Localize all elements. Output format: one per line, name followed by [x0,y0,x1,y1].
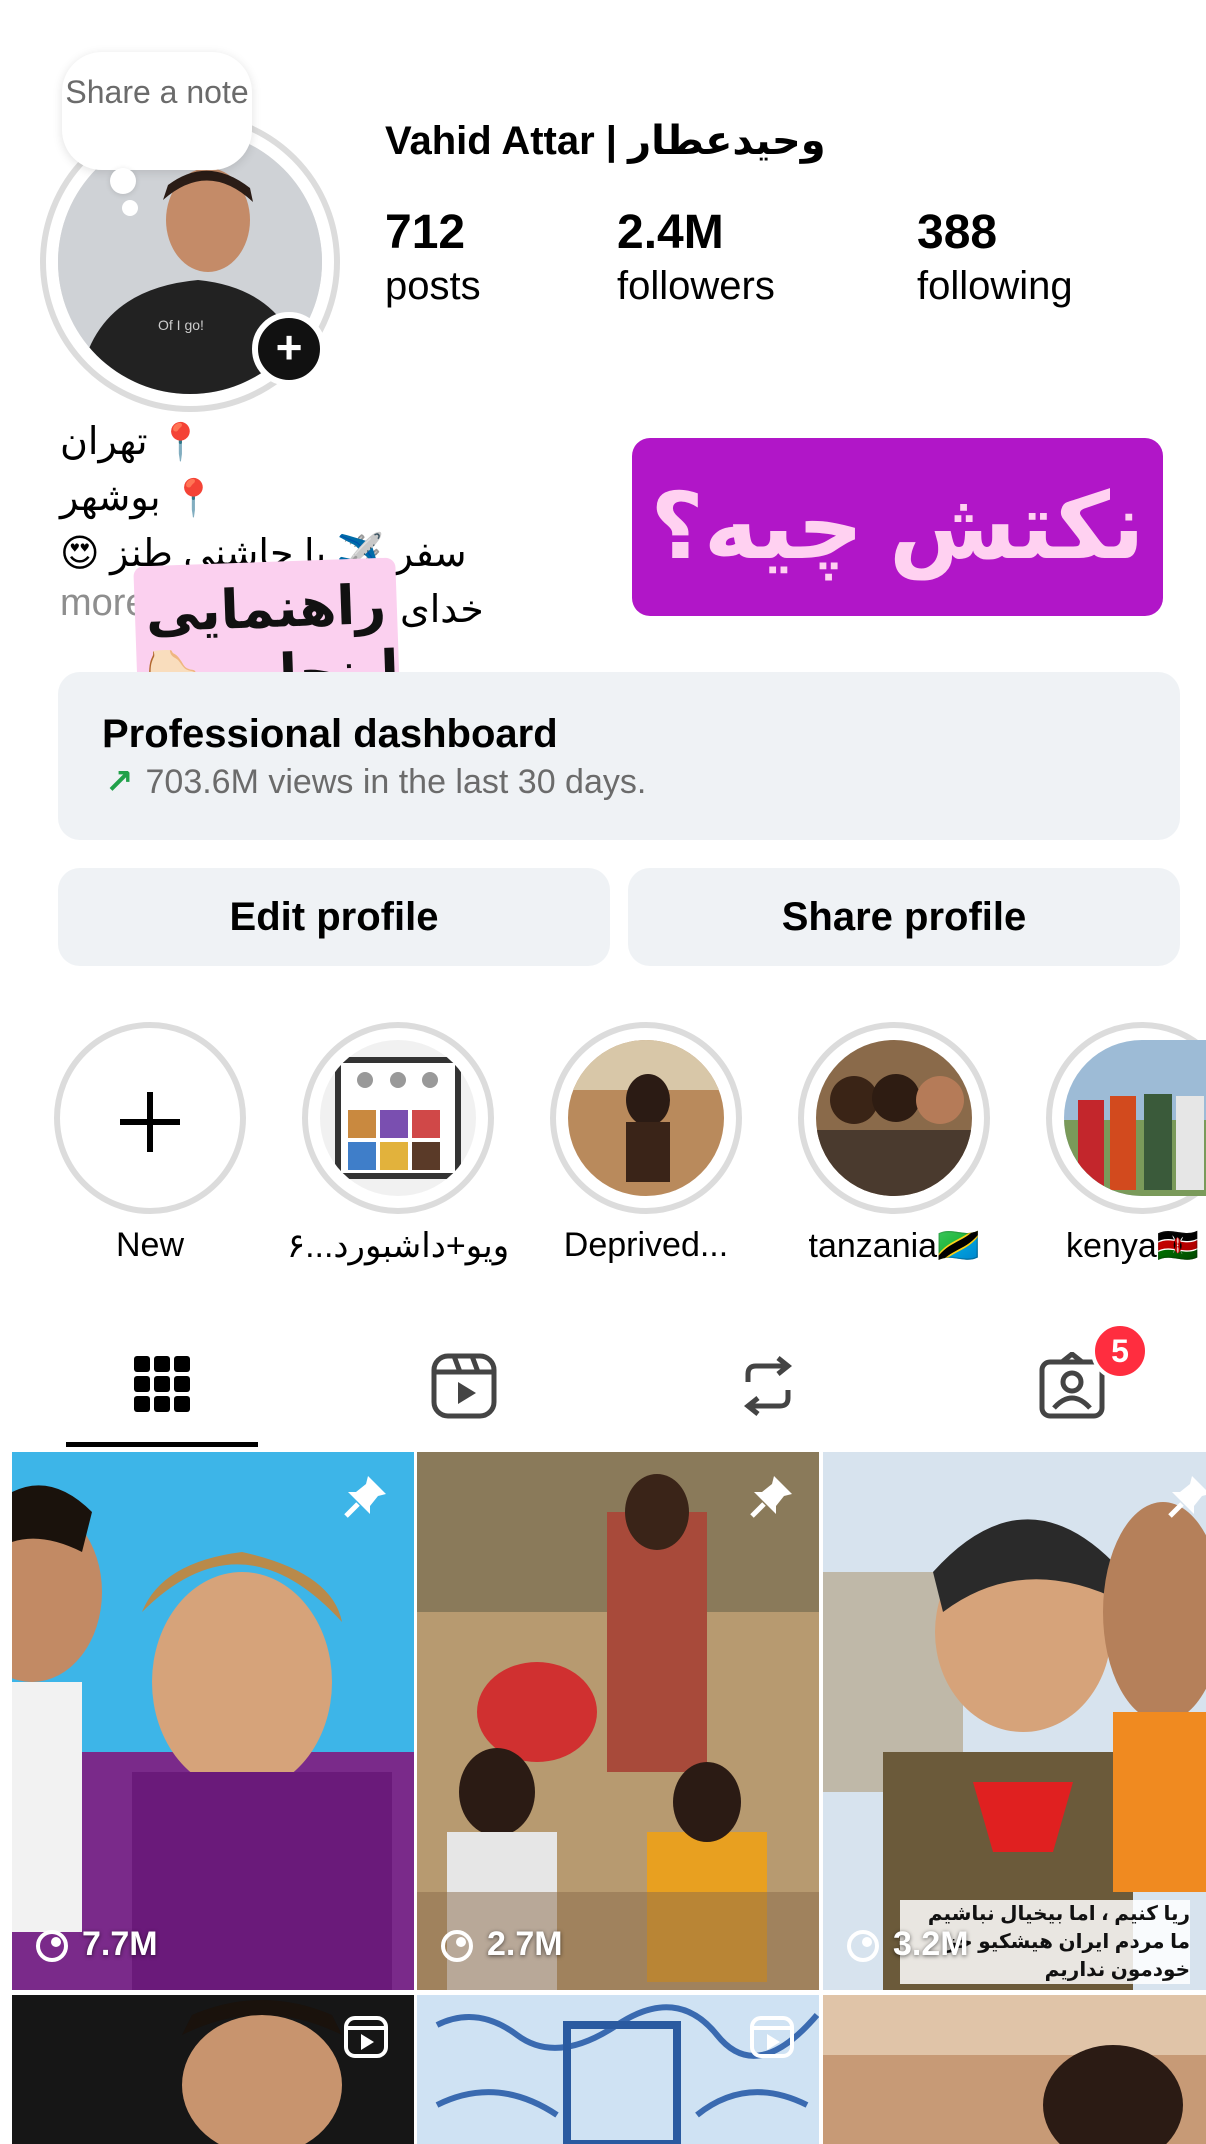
note-bubble-tail-small [122,200,138,216]
highlight-4-image [1064,1040,1206,1196]
views-eye-icon [843,1924,883,1964]
note-bubble-tail [110,168,136,194]
stat-followers-label: followers [617,264,775,308]
share-profile-button[interactable]: Share profile [628,868,1180,966]
profile-name: Vahid Attar | وحیدعطار [385,119,826,163]
bio-line-1-text: تهران [60,421,148,463]
add-story-button[interactable]: + [252,312,326,386]
grid-post-6[interactable] [823,1995,1206,2144]
dashboard-title: Professional dashboard [102,712,558,756]
highlight-label-4: kenya🇰🇪 [1066,1227,1200,1265]
plus-icon [118,1090,182,1154]
grid-post-2[interactable] [417,1452,819,1990]
tagged-notification-badge: 5 [1091,1322,1149,1380]
reels-tab-icon[interactable] [430,1352,498,1420]
active-tab-indicator [66,1442,258,1447]
grid-post-2-views: 2.7M [487,1925,563,1963]
stat-posts[interactable]: 712 posts [385,205,481,311]
grid-post-1[interactable] [12,1452,414,1990]
trend-up-icon: ↗ [105,763,134,801]
pin-icon [748,1472,796,1520]
stat-posts-count: 712 [385,206,466,259]
stat-following[interactable]: 388 following [917,205,1073,311]
bio-line-1: 📍 تهران [60,414,203,470]
pin-icon [1166,1472,1206,1520]
hint-line-1: راهنمایی [144,574,388,644]
views-eye-icon [32,1924,72,1964]
dashboard-views-text: 703.6M views in the last 30 days. [145,763,647,801]
highlight-3-image [816,1040,972,1196]
reposts-tab-icon[interactable] [734,1352,802,1420]
note-text: Share a note [65,74,249,110]
pin-icon: 📍 [158,421,203,462]
share-note-bubble[interactable]: Share a note [62,52,252,170]
bio-line-2-text: بوشهر [60,477,161,519]
stat-followers-count: 2.4M [617,206,724,259]
reel-icon [748,2012,796,2060]
views-eye-icon [437,1924,477,1964]
highlight-label-2: Deprived... [563,1226,729,1264]
bio-line-4: خدای [400,589,484,631]
reel-icon [342,2012,390,2060]
grid-post-3-caption-line-1: ریا کنیم ، اما بیخیال نباشیم [927,1903,1190,1925]
grid-post-3-views: 3.2M [893,1925,969,1963]
grid-tab-icon[interactable] [128,1352,196,1420]
highlight-label-3: tanzania🇹🇿 [808,1227,980,1265]
grid-post-1-views: 7.7M [82,1925,158,1963]
highlight-2-image [568,1040,724,1196]
stat-followers[interactable]: 2.4M followers [617,205,775,311]
stat-following-label: following [917,264,1073,308]
stat-posts-label: posts [385,264,481,308]
stat-following-count: 388 [917,206,998,259]
bio-line-2: 📍 بوشهر [60,470,216,526]
svg-text:Of I go!: Of I go! [158,317,204,333]
highlight-label-new: New [115,1226,185,1264]
pin-icon: 📍 [171,477,216,518]
edit-profile-button[interactable]: Edit profile [58,868,610,966]
overlay-question-sticker: نکتش چیه؟ [632,438,1163,616]
dashboard-subtitle: ↗ 703.6M views in the last 30 days. [105,762,646,802]
highlight-label-1: ویو+داشبورد...۶ [286,1227,510,1265]
pin-icon [342,1472,390,1520]
highlight-1-image [320,1040,476,1196]
